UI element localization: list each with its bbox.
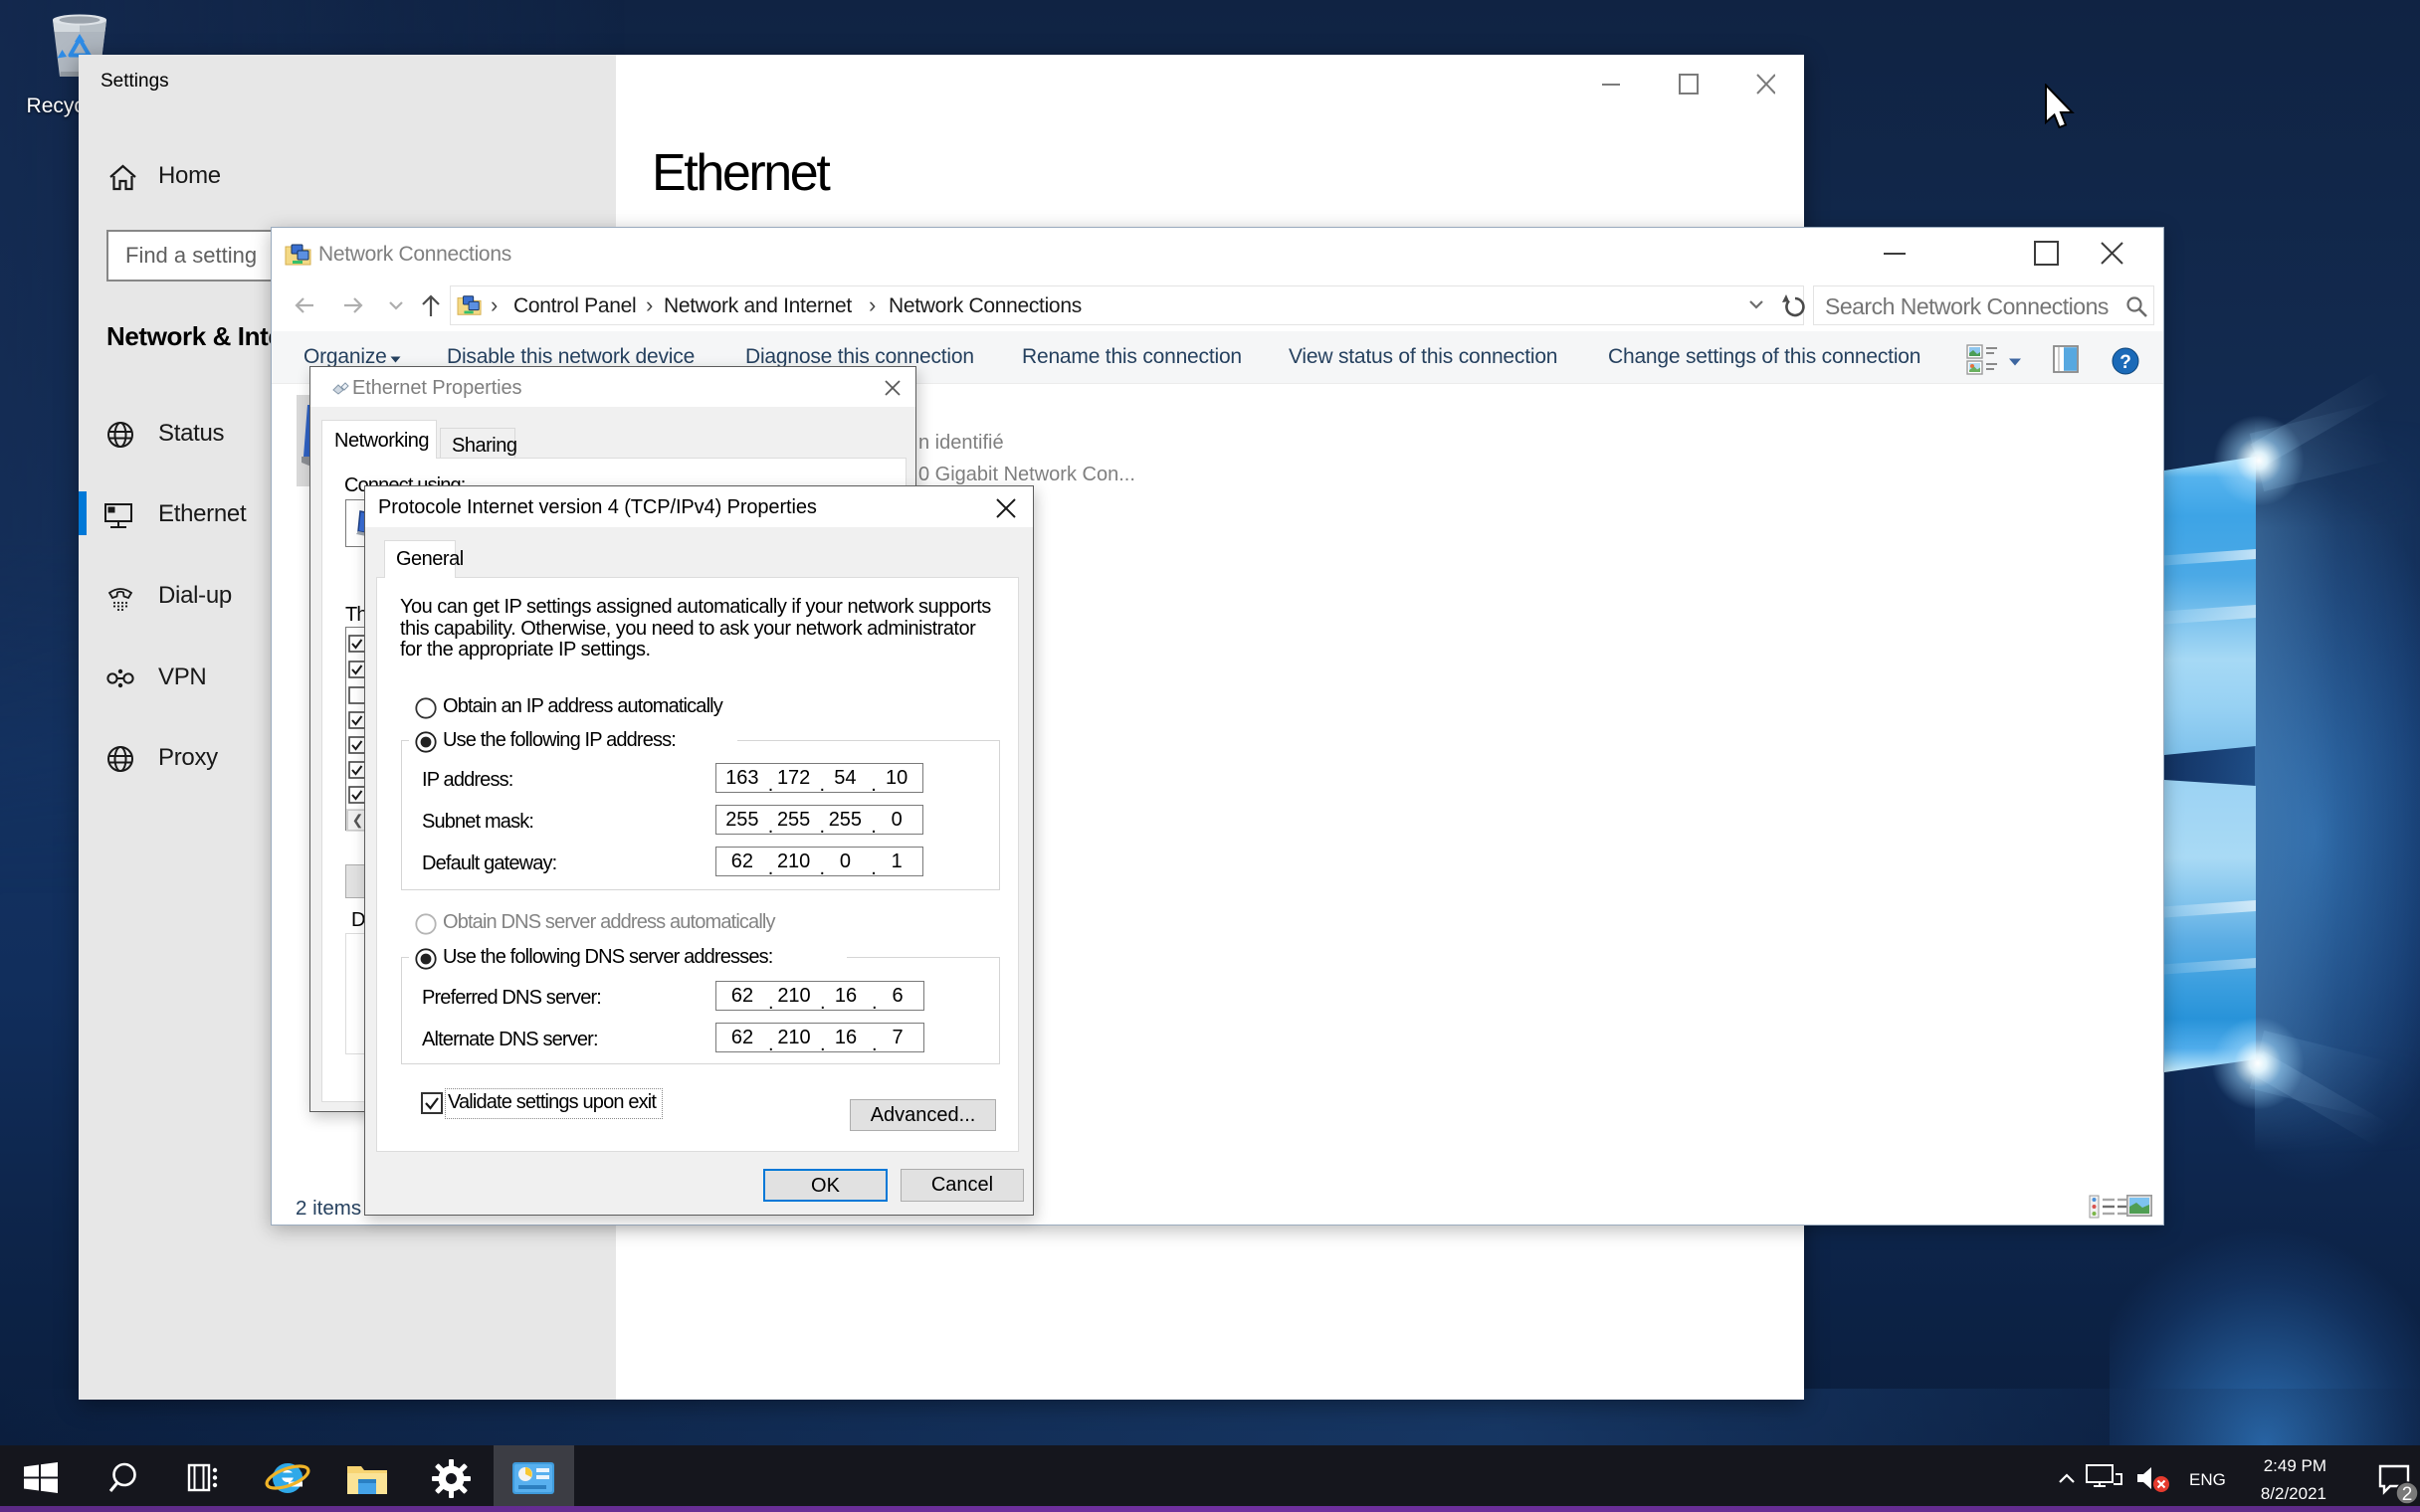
svg-text:?: ?	[2119, 352, 2131, 373]
svg-text:2: 2	[2402, 1484, 2413, 1505]
